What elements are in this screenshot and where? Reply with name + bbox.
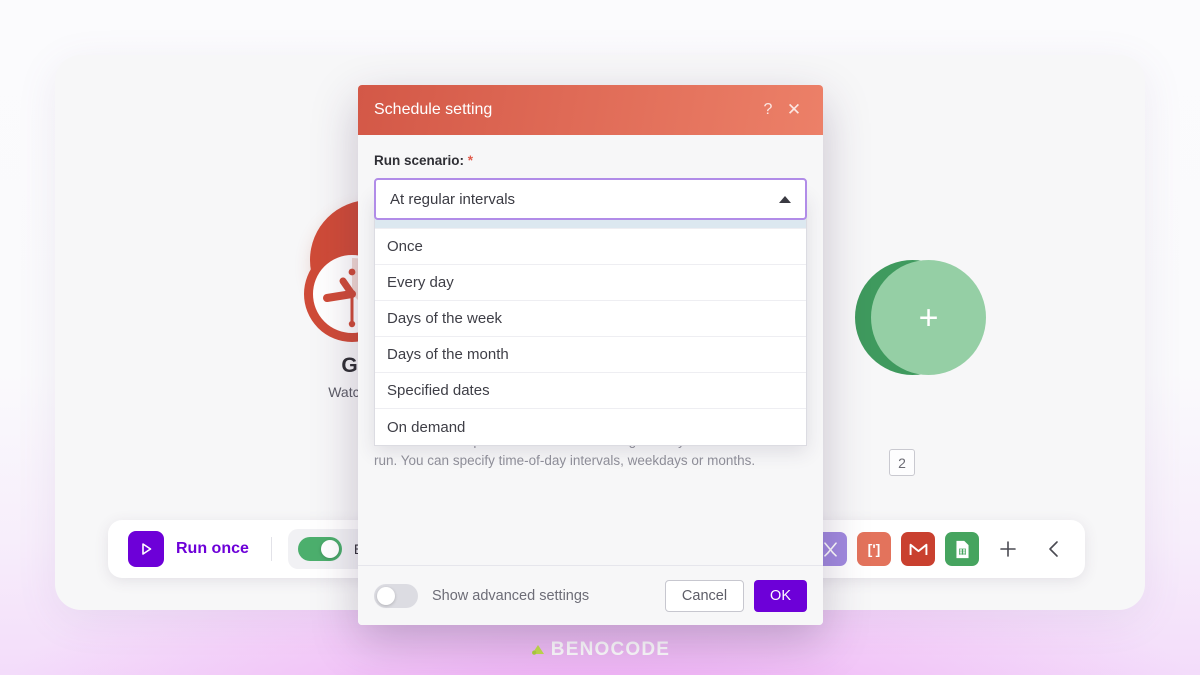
dialog-header: Schedule setting ? ✕ [358,85,823,135]
play-icon [128,531,164,567]
required-marker: * [467,153,474,168]
schedule-toggle-knob [320,540,339,558]
run-once-button[interactable]: Run once [122,531,255,567]
advanced-settings-toggle-knob [377,586,395,605]
run-scenario-select[interactable]: At regular intervals [374,178,807,220]
schedule-setting-dialog: Schedule setting ? ✕ Run scenario: * At … [358,85,823,625]
close-icon[interactable]: ✕ [781,97,807,123]
advanced-settings-label: Show advanced settings [432,587,590,604]
sequence-badge: 2 [889,449,915,476]
brand-name: BENOCODE [550,639,671,660]
bracket-icon[interactable]: ['] [857,532,891,566]
run-once-label: Run once [176,540,249,557]
add-module-plus[interactable]: + [871,260,986,375]
option-item[interactable]: Every day [375,265,806,301]
brand-footer: BENOCODE [0,639,1200,661]
option-item[interactable]: Days of the week [375,301,806,337]
advanced-settings-toggle[interactable] [374,583,418,608]
dialog-body: Run scenario: * At regular intervals At … [358,135,823,468]
add-module-button[interactable]: + [855,260,986,375]
ok-button[interactable]: OK [754,579,807,612]
option-item[interactable]: Days of the month [375,337,806,373]
cancel-button[interactable]: Cancel [664,579,745,612]
run-scenario-label: Run scenario: * [374,153,807,168]
add-app-button[interactable] [991,532,1025,566]
toolbar-divider [270,537,272,561]
schedule-toggle[interactable] [297,537,342,561]
dialog-footer: Show advanced settings Cancel OK [358,565,823,625]
gmail-icon[interactable] [901,532,935,566]
question-mark-icon[interactable]: ? [755,97,781,123]
option-item[interactable]: On demand [375,409,806,445]
option-item[interactable]: Once [375,229,806,265]
collapse-panel-button[interactable] [1037,532,1071,566]
run-scenario-selected-value: At regular intervals [390,190,516,208]
option-item[interactable]: Specified dates [375,373,806,409]
run-scenario-label-text: Run scenario: [374,153,465,168]
benocode-mark-icon [531,645,544,655]
run-scenario-options-list[interactable]: At regular intervalsOnceEvery dayDays of… [374,193,807,446]
caret-up-icon [779,195,791,203]
sheets-icon[interactable] [945,532,979,566]
dialog-title: Schedule setting [374,101,493,118]
